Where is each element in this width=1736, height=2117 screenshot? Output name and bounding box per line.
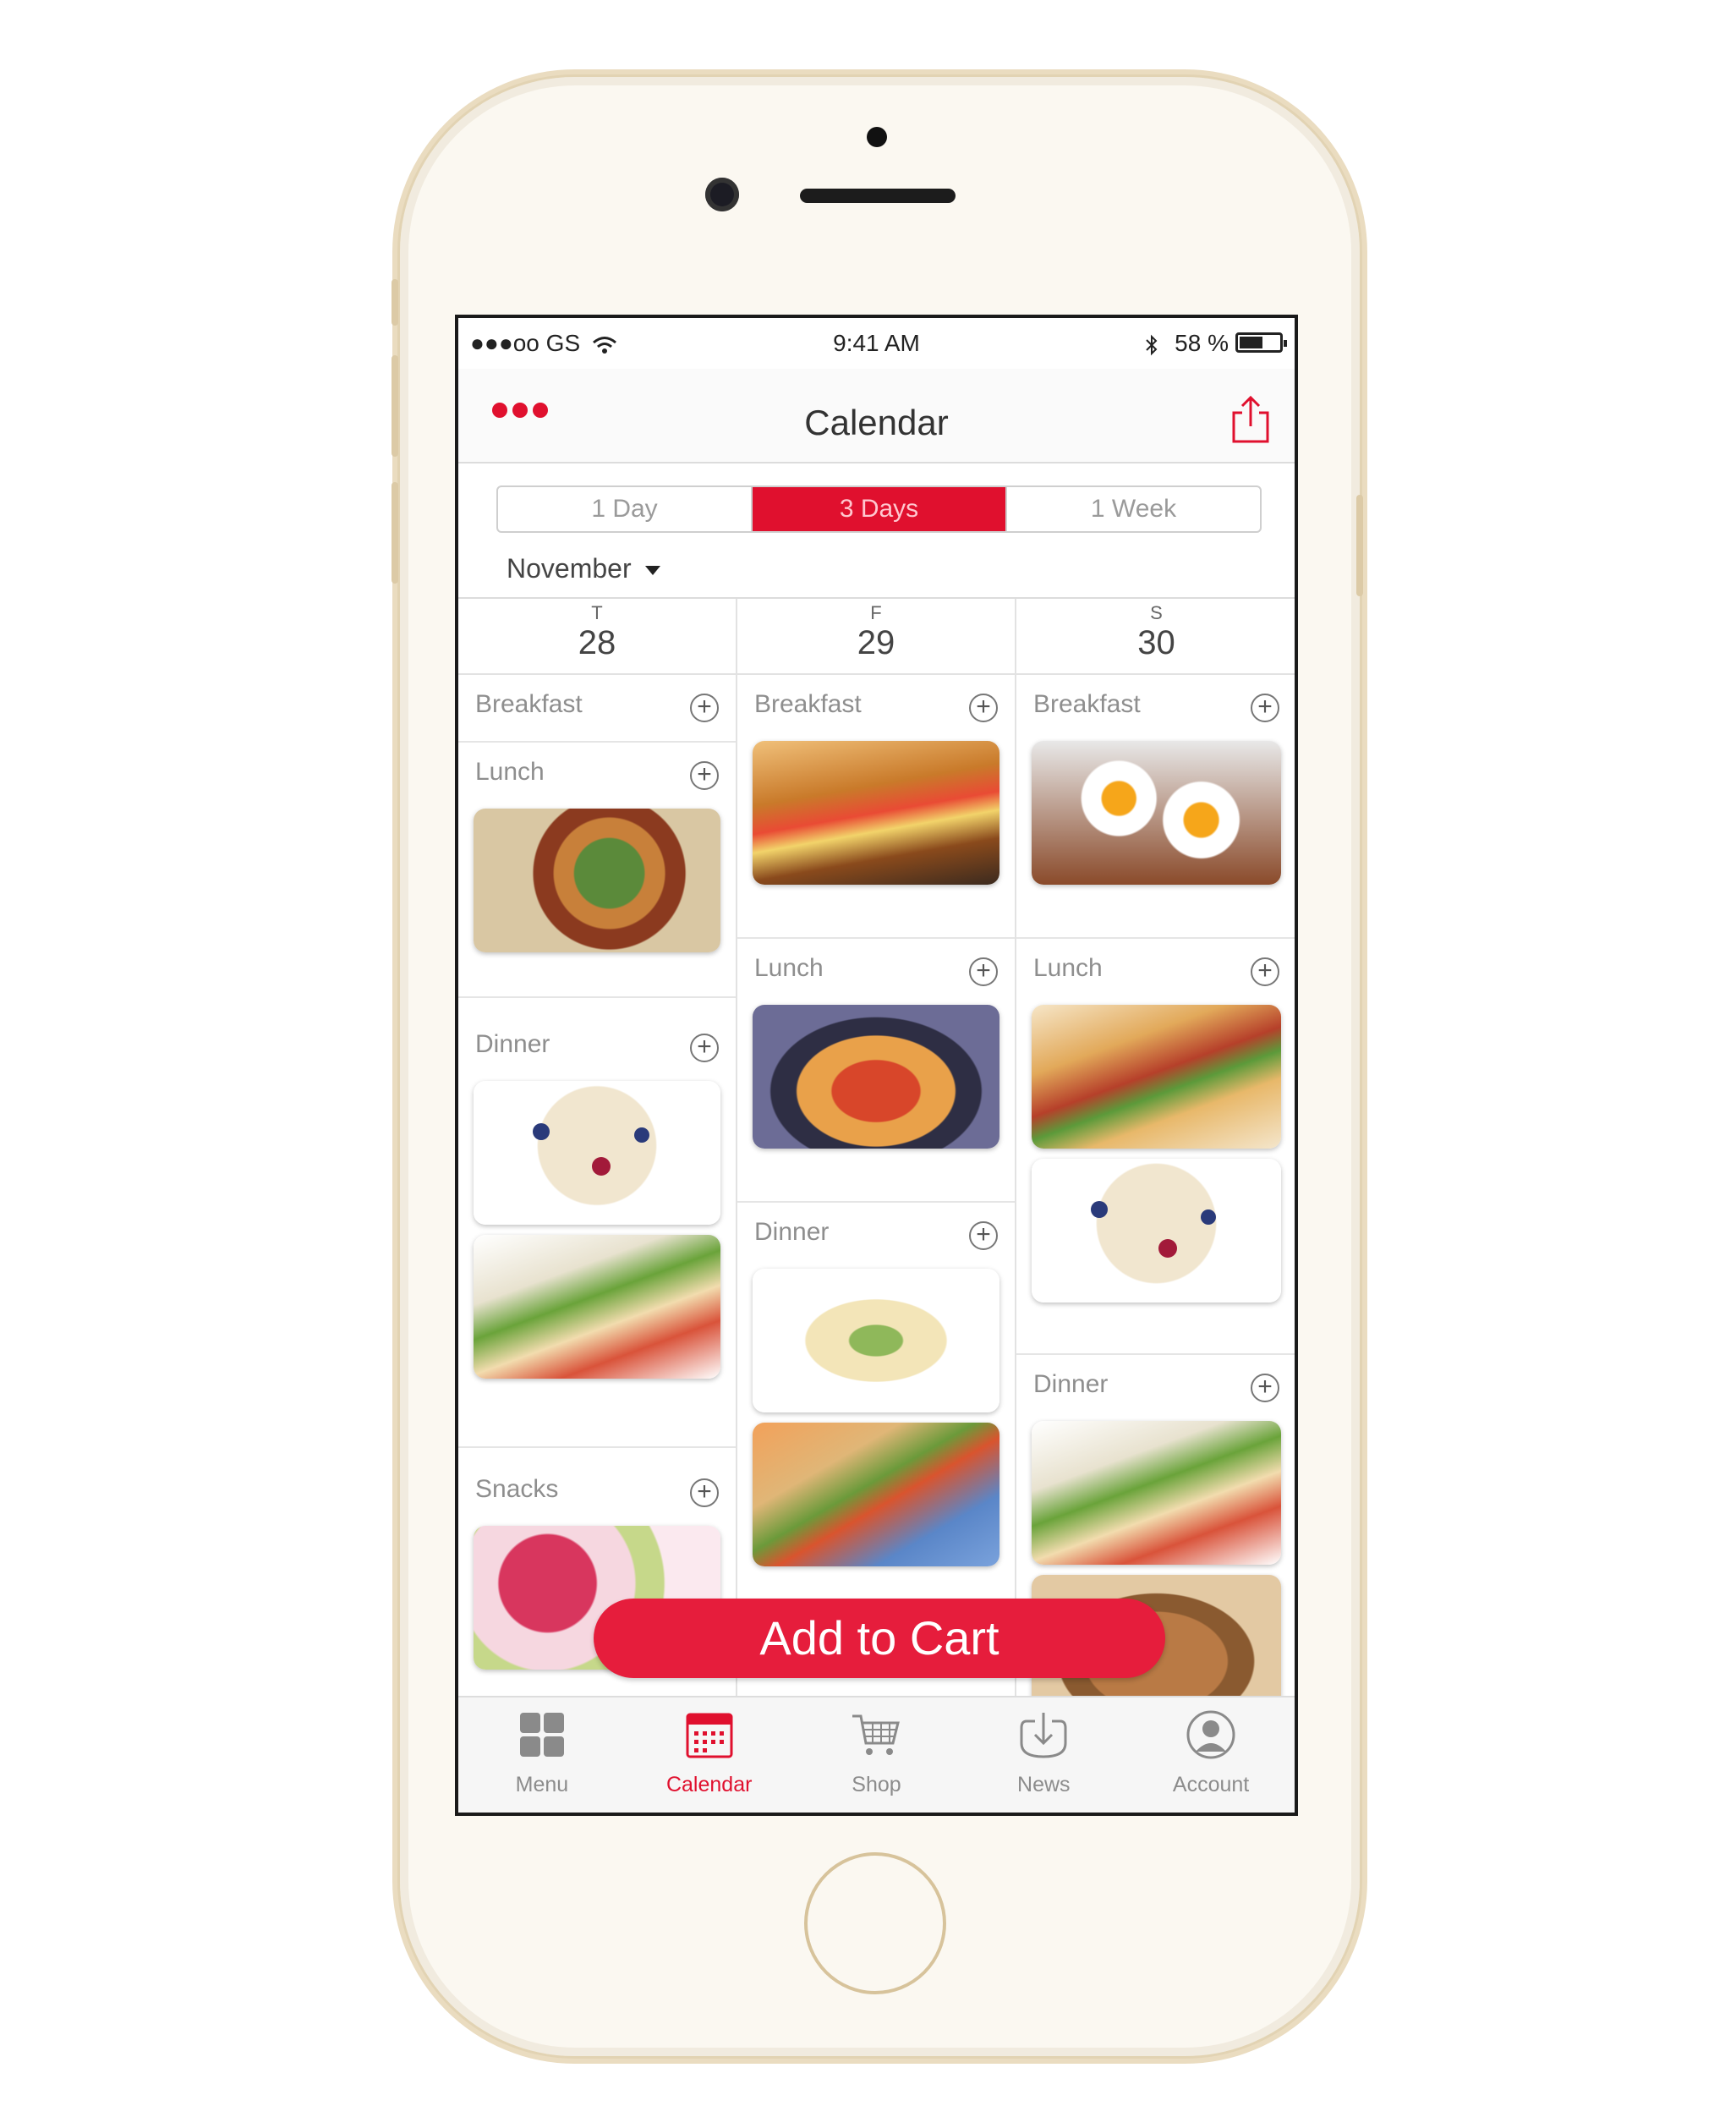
food-image-ham-baguette[interactable]: [1032, 1005, 1281, 1149]
food-image-veggie-wraps[interactable]: [474, 1235, 720, 1379]
earpiece-speaker: [800, 189, 956, 203]
tab-menu[interactable]: Menu: [458, 1697, 626, 1813]
meal-label: Lunch: [1033, 954, 1103, 982]
share-icon[interactable]: [1229, 394, 1273, 445]
tab-account[interactable]: Account: [1127, 1697, 1295, 1813]
meal-label: Breakfast: [1033, 690, 1141, 718]
tab-label: Account: [1172, 1773, 1250, 1796]
weekday-label: T: [591, 602, 603, 623]
food-image-egg-avocado-toast[interactable]: [1032, 741, 1281, 885]
food-image-chicken-vegetable-stirfry[interactable]: [474, 809, 720, 952]
food-image-hotdog-buns[interactable]: [753, 1423, 999, 1566]
food-image-croissant-sandwich[interactable]: [753, 741, 999, 885]
power-button: [1356, 495, 1363, 596]
weekday-label: F: [870, 602, 882, 623]
mute-switch: [392, 279, 398, 326]
meal-section-lunch: Lunch +: [1016, 939, 1295, 1355]
battery-icon: [1235, 332, 1287, 353]
tab-calendar[interactable]: Calendar: [626, 1697, 793, 1813]
day-column-29: F 29 Breakfast + Lunch + Dinner +: [737, 599, 1016, 1703]
month-dropdown[interactable]: November: [507, 553, 660, 584]
range-option-3-days[interactable]: 3 Days: [753, 487, 1007, 531]
meal-section-dinner: Dinner +: [458, 1015, 736, 1448]
add-meal-icon[interactable]: +: [690, 1478, 719, 1507]
day-column-28: T 28 Breakfast + Lunch + Dinner + Snacks…: [458, 599, 737, 1703]
page-title: Calendar: [804, 403, 949, 442]
cart-icon: [852, 1714, 901, 1755]
add-to-cart-button[interactable]: Add to Cart: [594, 1599, 1165, 1678]
caret-down-icon: [644, 566, 660, 576]
meal-label: Dinner: [754, 1218, 830, 1246]
food-image-berry-oatmeal[interactable]: [474, 1081, 720, 1225]
add-meal-icon[interactable]: +: [1251, 694, 1279, 722]
home-button[interactable]: [804, 1852, 946, 1994]
day-header: F 29: [737, 599, 1015, 675]
add-meal-icon[interactable]: +: [690, 761, 719, 790]
proximity-sensor: [867, 127, 887, 147]
month-label: November: [507, 553, 632, 584]
meal-section-lunch: Lunch +: [458, 743, 736, 998]
meal-label: Breakfast: [754, 690, 862, 718]
grid-icon: [519, 1713, 564, 1757]
meal-label: Dinner: [475, 1030, 550, 1058]
meal-label: Lunch: [475, 758, 545, 786]
meal-label: Dinner: [1033, 1370, 1109, 1398]
front-camera: [705, 178, 739, 211]
user-icon: [1186, 1710, 1235, 1759]
tab-label: Shop: [852, 1773, 901, 1796]
day-column-30: S 30 Breakfast + Lunch + Dinner +: [1016, 599, 1295, 1719]
tab-news[interactable]: News: [960, 1697, 1127, 1813]
bluetooth-icon: [1146, 334, 1158, 356]
meal-section-lunch: Lunch +: [737, 939, 1015, 1203]
meal-section-dinner: Dinner +: [737, 1203, 1015, 1626]
food-image-berry-oatmeal[interactable]: [1032, 1159, 1281, 1303]
date-number: 29: [857, 624, 895, 661]
nav-bar: Calendar: [458, 369, 1295, 463]
status-right: 58 %: [1144, 330, 1229, 357]
tab-bar: Menu Calendar Shop News Account: [458, 1696, 1295, 1813]
food-image-veggie-wraps[interactable]: [1032, 1421, 1281, 1565]
add-meal-icon[interactable]: +: [690, 694, 719, 722]
date-number: 30: [1137, 624, 1175, 661]
meal-label: Snacks: [475, 1475, 559, 1503]
add-meal-icon[interactable]: +: [969, 694, 998, 722]
add-meal-icon[interactable]: +: [1251, 957, 1279, 986]
battery-percent: 58 %: [1175, 330, 1229, 356]
calendar-icon: [686, 1713, 733, 1758]
meal-label: Lunch: [754, 954, 824, 982]
food-image-asparagus-crepes[interactable]: [753, 1269, 999, 1412]
add-meal-icon[interactable]: +: [969, 1221, 998, 1250]
tab-shop[interactable]: Shop: [793, 1697, 961, 1813]
app-screen: ●●●oo GS 9:41 AM 58 % Calendar 1 Day 3 D…: [455, 315, 1298, 1816]
day-header: S 30: [1016, 599, 1295, 675]
meal-section-breakfast: Breakfast +: [1016, 675, 1295, 939]
add-meal-icon[interactable]: +: [969, 957, 998, 986]
calendar-columns: T 28 Breakfast + Lunch + Dinner + Snacks…: [458, 597, 1295, 1719]
range-option-1-day[interactable]: 1 Day: [498, 487, 753, 531]
tab-label: Calendar: [665, 1773, 753, 1796]
status-bar: ●●●oo GS 9:41 AM 58 %: [458, 318, 1295, 369]
range-selector: 1 Day 3 Days 1 Week: [496, 485, 1262, 533]
food-image-spaghetti-tomato[interactable]: [753, 1005, 999, 1149]
tab-label: Menu: [515, 1773, 569, 1796]
meal-label: Breakfast: [475, 690, 583, 718]
weekday-label: S: [1150, 602, 1163, 623]
meal-section-breakfast: Breakfast +: [737, 675, 1015, 939]
add-meal-icon[interactable]: +: [690, 1034, 719, 1062]
date-number: 28: [578, 624, 616, 661]
range-option-1-week[interactable]: 1 Week: [1007, 487, 1260, 531]
volume-down-button: [392, 482, 398, 584]
volume-up-button: [392, 355, 398, 457]
download-icon: [1020, 1713, 1067, 1758]
day-header: T 28: [458, 599, 736, 675]
meal-section-breakfast: Breakfast +: [458, 675, 736, 743]
tab-label: News: [1017, 1773, 1071, 1796]
add-meal-icon[interactable]: +: [1251, 1374, 1279, 1402]
